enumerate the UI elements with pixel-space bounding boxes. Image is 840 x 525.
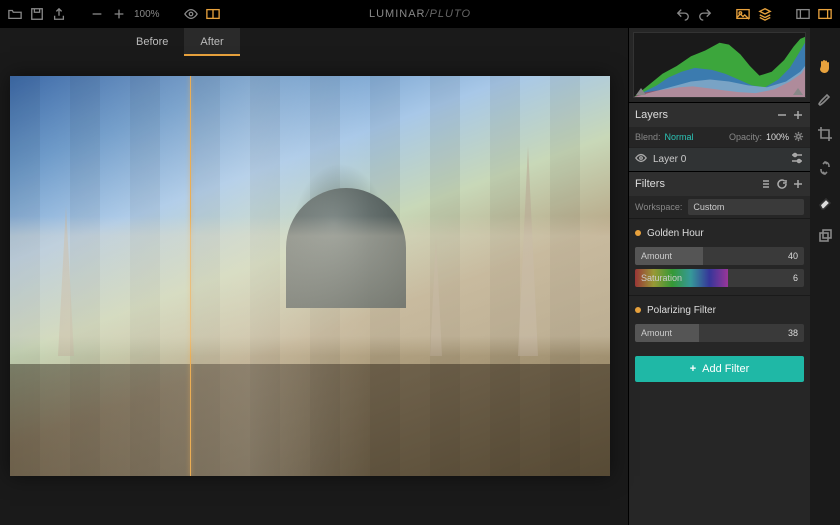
before-after-divider[interactable] [190, 76, 191, 476]
toolbar-left-group: 100% [0, 7, 228, 21]
slider-value: 6 [793, 273, 804, 283]
filters-panel: Filters Workspace: Custom Golden Hour Am… [629, 171, 810, 388]
slider-polarizing-amount[interactable]: Amount 38 [635, 324, 804, 342]
filter-enabled-dot-icon[interactable] [635, 230, 641, 236]
eraser-tool-icon[interactable] [817, 194, 833, 210]
layers-minus-icon[interactable] [776, 109, 788, 121]
filter-golden-hour: Golden Hour Amount 40 Saturation 6 [629, 218, 810, 295]
workspace-select[interactable]: Custom [688, 199, 804, 215]
histogram-shadow-clip-icon[interactable] [636, 88, 646, 95]
layers-title: Layers [635, 109, 668, 121]
redo-icon[interactable] [698, 7, 712, 21]
slider-label: Amount [635, 328, 672, 338]
slider-value: 38 [788, 328, 804, 338]
add-filter-button[interactable]: + Add Filter [635, 356, 804, 382]
folder-open-icon[interactable] [8, 7, 22, 21]
photo-canvas[interactable] [10, 76, 610, 476]
slider-label: Amount [635, 251, 672, 261]
share-icon[interactable] [52, 7, 66, 21]
toolbar-right-group [668, 7, 840, 21]
layer-blend-row: Blend: Normal Opacity: 100% [629, 127, 810, 147]
compare-split-icon[interactable] [206, 7, 220, 21]
layer-settings-gear-icon[interactable] [793, 131, 804, 144]
layer-adjustments-icon[interactable] [790, 151, 804, 168]
side-panel: Layers Blend: Normal Opacity: 100% Layer… [628, 28, 810, 525]
save-icon[interactable] [30, 7, 44, 21]
canvas-viewport[interactable] [0, 56, 628, 525]
tool-strip [810, 28, 840, 525]
opacity-value[interactable]: 100% [766, 132, 789, 142]
sidebar-toggle-right-icon[interactable] [818, 7, 832, 21]
filter-polarizing-header[interactable]: Polarizing Filter [635, 300, 804, 320]
slider-golden-hour-amount[interactable]: Amount 40 [635, 247, 804, 265]
layers-panel-icon[interactable] [758, 7, 772, 21]
opacity-label: Opacity: [729, 132, 762, 142]
slider-label: Saturation [635, 273, 682, 283]
plus-icon: + [690, 363, 696, 375]
filters-plus-icon[interactable] [792, 178, 804, 190]
transform-tool-icon[interactable] [817, 160, 833, 176]
brush-tool-icon[interactable] [817, 92, 833, 108]
layers-plus-icon[interactable] [792, 109, 804, 121]
filters-header: Filters [629, 172, 810, 196]
filter-name: Polarizing Filter [647, 305, 716, 316]
layers-panel: Layers Blend: Normal Opacity: 100% Layer… [629, 102, 810, 171]
blend-label: Blend: [635, 132, 661, 142]
preview-eye-icon[interactable] [184, 7, 198, 21]
workspace-label: Workspace: [635, 202, 682, 212]
image-panel-icon[interactable] [736, 7, 750, 21]
layers-header: Layers [629, 103, 810, 127]
filters-reset-icon[interactable] [776, 178, 788, 190]
crop-tool-icon[interactable] [817, 126, 833, 142]
blend-mode-select[interactable]: Normal [665, 132, 694, 142]
canvas-area: Before After [0, 28, 628, 525]
zoom-level[interactable]: 100% [134, 9, 160, 20]
filter-name: Golden Hour [647, 228, 704, 239]
layer-visibility-eye-icon[interactable] [635, 152, 647, 167]
layer-item[interactable]: Layer 0 [629, 147, 810, 171]
filter-golden-hour-header[interactable]: Golden Hour [635, 223, 804, 243]
hand-tool-icon[interactable] [817, 58, 833, 74]
top-toolbar: 100% LUMINAR/PLUTO [0, 0, 840, 28]
layer-name: Layer 0 [653, 154, 686, 165]
histogram-highlight-clip-icon[interactable] [793, 88, 803, 95]
slider-value: 40 [788, 251, 804, 261]
tab-after[interactable]: After [184, 28, 239, 56]
slider-golden-hour-saturation[interactable]: Saturation 6 [635, 269, 804, 287]
main-area: Before After [0, 28, 840, 525]
filter-polarizing: Polarizing Filter Amount 38 [629, 295, 810, 350]
filters-save-preset-icon[interactable] [760, 178, 772, 190]
compare-tabs: Before After [120, 28, 628, 56]
undo-icon[interactable] [676, 7, 690, 21]
zoom-in-icon[interactable] [112, 7, 126, 21]
workspace-row: Workspace: Custom [629, 196, 810, 218]
tab-before[interactable]: Before [120, 28, 184, 56]
zoom-out-icon[interactable] [90, 7, 104, 21]
clone-tool-icon[interactable] [817, 228, 833, 244]
sidebar-toggle-left-icon[interactable] [796, 7, 810, 21]
filters-title: Filters [635, 178, 665, 190]
add-filter-label: Add Filter [702, 363, 749, 375]
filter-enabled-dot-icon[interactable] [635, 307, 641, 313]
histogram[interactable] [633, 32, 806, 98]
